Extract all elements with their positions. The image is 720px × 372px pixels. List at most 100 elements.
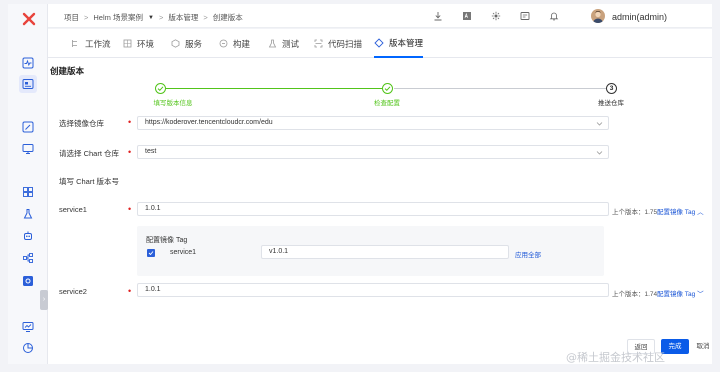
- service1-label: service1: [59, 205, 87, 214]
- pie-chart-icon[interactable]: [21, 341, 35, 355]
- required-mark: •: [128, 286, 132, 296]
- service-icon: [170, 39, 180, 49]
- service1-version-input[interactable]: 1.0.1: [137, 202, 609, 216]
- screen-icon[interactable]: [21, 320, 35, 334]
- workflow-icon: [70, 39, 80, 49]
- download-icon[interactable]: [432, 10, 444, 22]
- edit-icon[interactable]: [21, 120, 35, 134]
- tab-label: 测试: [282, 38, 300, 49]
- tab-label: 构建: [233, 38, 251, 49]
- service2-label: service2: [59, 287, 87, 296]
- environment-icon: [122, 39, 132, 49]
- breadcrumb-separator: >: [203, 13, 208, 22]
- required-mark: •: [128, 117, 132, 127]
- tab-environment[interactable]: 环境: [122, 29, 154, 58]
- breadcrumb-helm-case[interactable]: Helm 场景案例: [93, 12, 143, 23]
- service2-version-value: 1.0.1: [145, 286, 161, 293]
- avatar[interactable]: [591, 9, 605, 23]
- tab-workflow[interactable]: 工作流: [70, 29, 111, 58]
- monitor-icon[interactable]: [21, 142, 35, 156]
- step-connector: [394, 88, 606, 89]
- breadcrumb-version-management[interactable]: 版本管理: [168, 12, 198, 23]
- watermark: @稀土掘金技术社区: [566, 351, 665, 364]
- plugin-icon[interactable]: [490, 10, 502, 22]
- done-button[interactable]: 完成: [661, 339, 689, 354]
- user-name[interactable]: admin(admin): [612, 12, 667, 22]
- tab-version-management[interactable]: 版本管理: [374, 29, 424, 58]
- tab-label: 代码扫描: [328, 38, 363, 49]
- tab-label: 环境: [137, 38, 155, 49]
- flask-icon[interactable]: [21, 207, 35, 221]
- chart-repo-value: test: [145, 148, 157, 155]
- version-icon: [374, 37, 384, 48]
- required-mark: •: [128, 204, 132, 214]
- grid-icon[interactable]: [21, 185, 35, 199]
- tab-test[interactable]: 测试: [267, 29, 299, 58]
- required-mark: •: [128, 147, 132, 157]
- tab-code-scan[interactable]: 代码扫描: [313, 29, 362, 58]
- image-registry-select[interactable]: https://koderover.tencentcloudcr.com/edu: [137, 116, 609, 130]
- step-done-icon: [155, 83, 166, 94]
- top-bar: 项目 > Helm 场景案例 ▼ > 版本管理 > 创建版本 admin(adm…: [48, 4, 712, 28]
- bell-icon[interactable]: [548, 10, 560, 22]
- service1-config-tag-link[interactable]: 配置镜像 Tag ︿: [657, 206, 704, 216]
- step-label: 检查配置: [374, 100, 400, 107]
- caret-down-icon[interactable]: ▼: [148, 15, 154, 21]
- tab-label: 服务: [185, 38, 203, 49]
- chevron-up-icon: ︿: [697, 209, 704, 216]
- logo-icon[interactable]: [22, 12, 36, 26]
- document-icon[interactable]: [461, 10, 473, 22]
- chevron-down-icon: ﹀: [697, 291, 704, 298]
- breadcrumb-separator: >: [84, 13, 89, 22]
- chevron-down-icon: [596, 122, 603, 126]
- settings-icon[interactable]: [21, 274, 35, 288]
- chart-version-heading: 填写 Chart 版本号: [59, 177, 120, 186]
- tag-config-panel: 配置镜像 Tag service1 v1.0.1 应用全部: [137, 226, 604, 276]
- chevron-down-icon: [596, 151, 603, 155]
- check-icon: [148, 251, 154, 256]
- tab-label: 工作流: [85, 38, 111, 49]
- robot-icon[interactable]: [21, 229, 35, 243]
- service1-tag-checkbox[interactable]: [147, 249, 155, 257]
- main-content: 创建版本 3 填写版本信息 检查配置 推送仓库 选择镜像仓库 • https:/…: [48, 58, 712, 364]
- tag-config-title: 配置镜像 Tag: [146, 237, 188, 244]
- step-label: 填写版本信息: [153, 100, 193, 107]
- tab-service[interactable]: 服务: [170, 29, 202, 58]
- scan-icon: [313, 39, 323, 49]
- config-tag-link-label: 配置镜像 Tag: [657, 291, 696, 298]
- image-registry-label: 选择镜像仓库: [59, 119, 104, 128]
- image-registry-value: https://koderover.tencentcloudcr.com/edu: [145, 119, 273, 126]
- service2-prev-version: 上个版本：1.74: [612, 291, 658, 298]
- breadcrumb-separator: >: [158, 13, 164, 22]
- tab-build[interactable]: 构建: [218, 29, 250, 58]
- step-label: 推送仓库: [598, 100, 624, 107]
- step-current: 3: [606, 83, 617, 94]
- service1-tag-value: v1.0.1: [269, 248, 289, 255]
- breadcrumb: 项目 > Helm 场景案例 ▼ > 版本管理 > 创建版本: [64, 12, 243, 23]
- service1-prev-version: 上个版本：1.75: [612, 209, 658, 216]
- cancel-button[interactable]: 取消: [693, 339, 713, 354]
- progress-stepper: 3 填写版本信息 检查配置 推送仓库: [138, 82, 638, 112]
- tree-icon[interactable]: [21, 251, 35, 265]
- build-icon: [218, 39, 228, 49]
- breadcrumb-create-version: 创建版本: [212, 13, 243, 22]
- step-connector: [166, 88, 382, 89]
- dashboard-icon[interactable]: [519, 10, 531, 22]
- service1-version-value: 1.0.1: [145, 205, 161, 212]
- tab-label: 版本管理: [389, 37, 424, 48]
- test-icon: [267, 39, 277, 49]
- pulse-icon[interactable]: [21, 56, 35, 70]
- tab-bar: 工作流 环境 服务 构建 测试 代码扫描 版本管理: [48, 29, 712, 58]
- chart-repo-select[interactable]: test: [137, 145, 609, 159]
- breadcrumb-project[interactable]: 项目: [64, 12, 79, 23]
- tag-row-service: service1: [170, 249, 197, 256]
- page-title: 创建版本: [50, 66, 85, 76]
- service2-version-input[interactable]: 1.0.1: [137, 283, 609, 297]
- chart-repo-label: 请选择 Chart 仓库: [59, 149, 120, 158]
- project-icon[interactable]: [19, 75, 37, 93]
- apply-all-link[interactable]: 应用全部: [515, 249, 541, 259]
- service1-tag-input[interactable]: v1.0.1: [261, 245, 509, 259]
- config-tag-link-label: 配置镜像 Tag: [657, 209, 696, 216]
- sidebar-collapse-handle[interactable]: ›: [40, 290, 48, 310]
- service2-config-tag-link[interactable]: 配置镜像 Tag ﹀: [657, 288, 704, 298]
